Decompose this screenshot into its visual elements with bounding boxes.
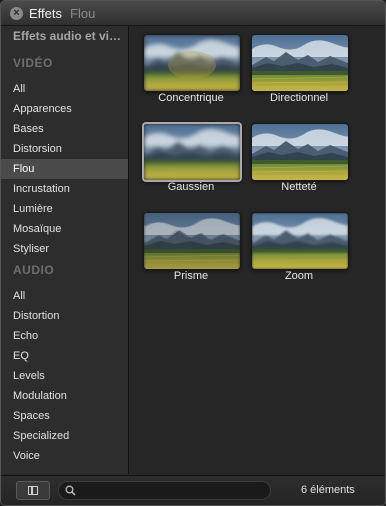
sidebar-item-spaces[interactable]: Spaces (1, 406, 128, 426)
window-subtitle: Flou (70, 5, 96, 21)
sidebar-item-apparences[interactable]: Apparences (1, 99, 128, 119)
search-icon (65, 485, 76, 496)
zoom-blur-thumbnail[interactable] (251, 212, 349, 270)
effects-browser-window: × Effets Flou Effets audio et vi… VIDÉO … (0, 0, 386, 506)
title-bar: × Effets Flou (1, 1, 385, 26)
sidebar-item-distorsion[interactable]: Distorsion (1, 139, 128, 159)
sidebar-item-incrustation[interactable]: Incrustation (1, 179, 128, 199)
bottom-toolbar: 6 éléments (1, 475, 385, 505)
effects-grid: Concentrique Directionnel Gaussien Nette… (129, 26, 385, 474)
category-sidebar: Effets audio et vi… VIDÉO All Apparences… (1, 26, 129, 474)
sharpen-thumbnail[interactable] (251, 123, 349, 181)
effect-label: Prisme (173, 270, 209, 282)
effect-label: Concentrique (158, 92, 224, 104)
prism-thumbnail[interactable] (143, 212, 241, 270)
sidebar-item-eq[interactable]: EQ (1, 346, 128, 366)
directional-blur-thumbnail[interactable] (251, 34, 349, 92)
sidebar-toggle-button[interactable] (16, 481, 50, 500)
sidebar-item-styliser[interactable]: Styliser (1, 239, 128, 259)
sidebar-item-audio-all[interactable]: All (1, 286, 128, 306)
sidebar-item-levels[interactable]: Levels (1, 366, 128, 386)
sidebar-item-distortion[interactable]: Distortion (1, 306, 128, 326)
search-input[interactable] (81, 483, 270, 500)
sidebar-root-label[interactable]: Effets audio et vi… (13, 29, 125, 43)
window-title: Effets (29, 5, 63, 21)
close-icon[interactable]: × (10, 6, 23, 20)
effect-label: Gaussien (167, 181, 215, 193)
sidebar-item-lumiere[interactable]: Lumière (1, 199, 128, 219)
concentric-blur-thumbnail[interactable] (143, 34, 241, 92)
sidebar-item-bases[interactable]: Bases (1, 119, 128, 139)
sidebar-item-mosaique[interactable]: Mosaïque (1, 219, 128, 239)
sidebar-item-modulation[interactable]: Modulation (1, 386, 128, 406)
video-section-header: VIDÉO (13, 56, 53, 70)
sidebar-item-voice[interactable]: Voice (1, 446, 128, 466)
effect-label: Zoom (284, 270, 314, 282)
gaussian-blur-thumbnail[interactable] (142, 122, 242, 182)
sidebar-item-flou[interactable]: Flou (1, 159, 128, 179)
search-field[interactable] (58, 481, 271, 500)
sidebar-item-specialized[interactable]: Specialized (1, 426, 128, 446)
sidebar-item-video-all[interactable]: All (1, 79, 128, 99)
audio-section-header: AUDIO (13, 263, 55, 277)
sidebar-item-echo[interactable]: Echo (1, 326, 128, 346)
effect-label: Netteté (281, 181, 317, 193)
sidebar-toggle-icon (28, 486, 38, 495)
item-count: 6 éléments (301, 484, 355, 496)
effect-label: Directionnel (269, 92, 329, 104)
